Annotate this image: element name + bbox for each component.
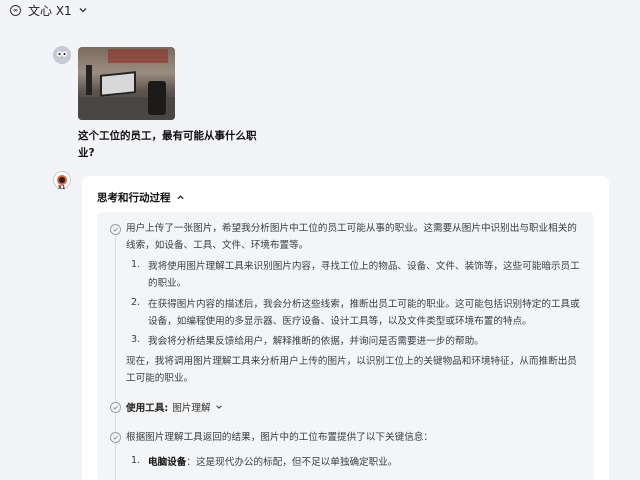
top-bar: ∞ 文心 X1	[0, 0, 640, 20]
thinking-intro: 用户上传了一张图片，希望我分析图片中工位的员工可能从事的职业。这需要从图片中识别…	[126, 223, 577, 251]
tool-usage-toggle[interactable]: 使用工具: 图片理解	[126, 400, 223, 414]
result-item: 电脑设备：这是现代办公的标配，但不足以单独确定职业。	[148, 454, 585, 471]
step-number: 3.	[131, 334, 141, 345]
thinking-title: 思考和行动过程	[97, 192, 171, 204]
timeline-line	[115, 236, 116, 480]
bot-avatar: X1	[53, 171, 71, 191]
check-circle-icon	[110, 432, 121, 443]
chevron-up-icon	[176, 195, 184, 200]
chevron-down-icon	[215, 405, 222, 409]
bot-badge: X1	[58, 185, 66, 191]
user-avatar	[53, 46, 71, 64]
model-logo-icon: ∞	[10, 4, 21, 16]
check-circle-icon	[110, 224, 121, 235]
result-number: 1.	[131, 455, 141, 466]
step-number: 2.	[131, 297, 141, 308]
tool-label: 使用工具:	[126, 403, 169, 414]
tool-name: 图片理解	[172, 403, 211, 414]
result-intro: 根据图片理解工具返回的结果，图片中的工位布置提供了以下关键信息：	[126, 432, 433, 443]
check-circle-icon	[110, 402, 121, 413]
result-text: ：这是现代办公的标配，但不足以单独确定职业。	[186, 457, 398, 468]
uploaded-photo[interactable]	[78, 47, 175, 120]
step-number: 1.	[131, 259, 141, 270]
model-selector[interactable]: 文心 X1	[28, 2, 72, 19]
result-key: 电脑设备	[148, 457, 187, 468]
bot-logo-icon	[57, 175, 67, 185]
thinking-toggle[interactable]: 思考和行动过程	[97, 190, 185, 205]
user-message-text: 这个工位的员工，最有可能从事什么职业?	[78, 130, 257, 159]
chevron-down-icon[interactable]	[78, 5, 88, 15]
owl-avatar-icon	[53, 46, 71, 64]
thinking-conclusion: 现在，我将调用图片理解工具来分析用户上传的图片，以识别工位上的关键物品和环境特征…	[126, 356, 577, 384]
step-item: 我将使用图片理解工具来识别图片内容，寻找工位上的物品、设备、文件、装饰等，这些可…	[148, 261, 580, 289]
step-item: 在获得图片内容的描述后，我会分析这些线索，推断出员工可能的职业。这可能包括识别特…	[148, 299, 580, 327]
step-item: 我会将分析结果反馈给用户，解释推断的依据，并询问是否需要进一步的帮助。	[148, 336, 484, 347]
